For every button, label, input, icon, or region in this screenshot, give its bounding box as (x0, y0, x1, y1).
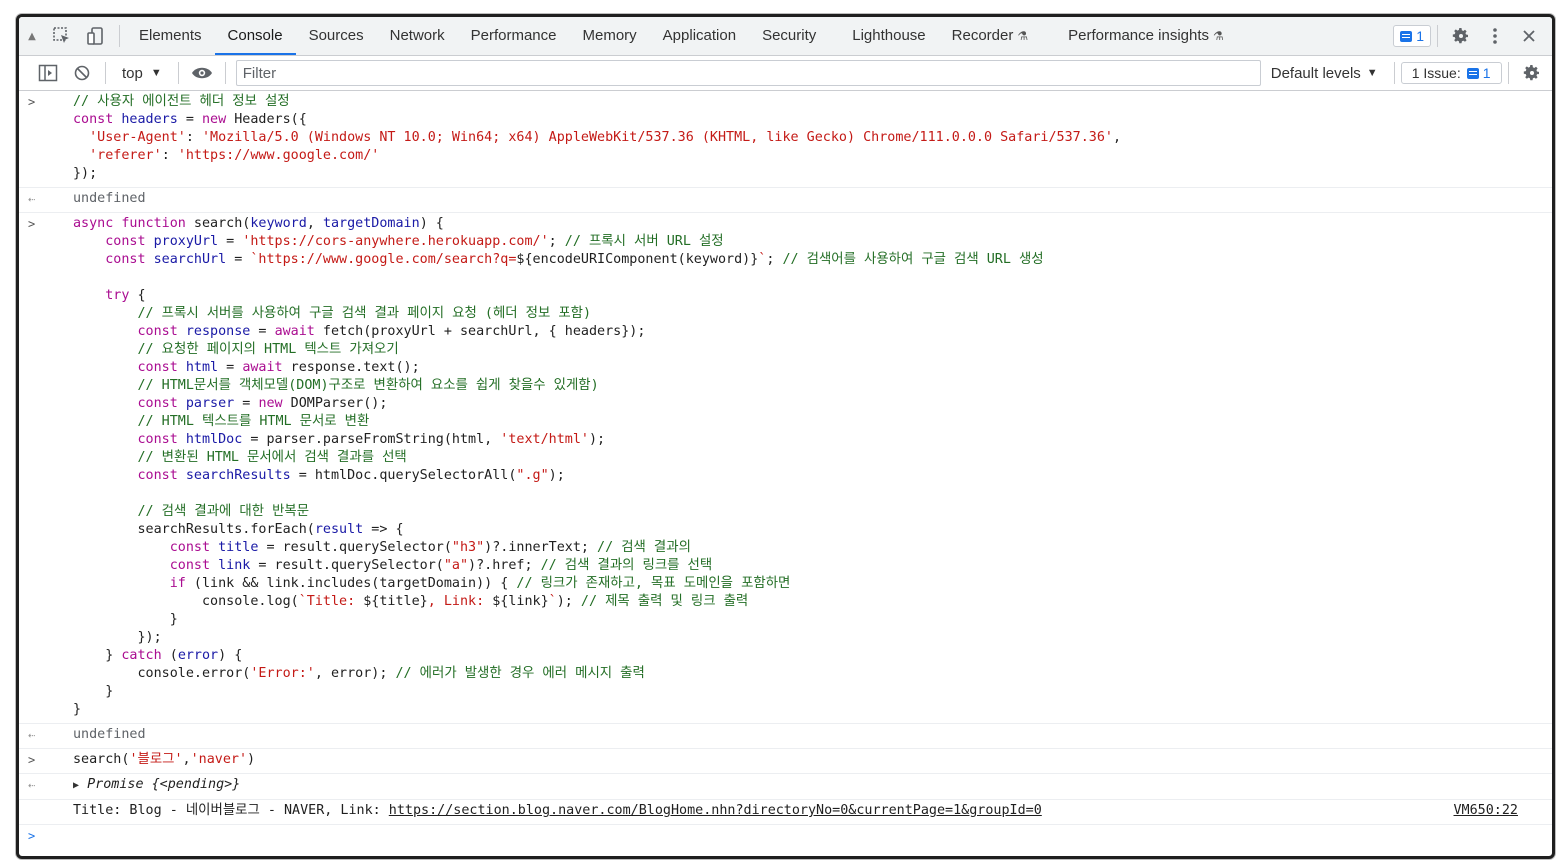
result-arrow-icon: ⇠ (28, 778, 36, 792)
console-settings-gear-icon[interactable] (1515, 58, 1549, 88)
tab-label: Console (227, 27, 283, 44)
code-line: search('블로그','naver') (73, 752, 256, 767)
tab-label: Sources (308, 27, 364, 44)
experimental-flask-icon: ⚗ (1213, 29, 1224, 43)
tab-label: Security (762, 27, 817, 44)
device-toolbar-icon[interactable] (79, 21, 113, 51)
code-block: // 사용자 에이전트 헤더 정보 설정 const headers = new… (73, 94, 1122, 181)
console-result-entry: ⇠ ▶ Promise {<pending>} (19, 774, 1552, 800)
issues-label: 1 Issue: (1411, 65, 1461, 81)
tab-application[interactable]: Application (650, 17, 749, 55)
messages-badge[interactable]: 1 (1393, 25, 1431, 47)
console-prompt-entry[interactable]: > (19, 825, 1552, 849)
divider (105, 62, 106, 84)
log-link[interactable]: https://section.blog.naver.com/BlogHome.… (389, 802, 1042, 820)
filter-input[interactable] (235, 60, 1261, 86)
divider (119, 25, 120, 47)
tab-elements[interactable]: Elements (126, 17, 215, 55)
expand-triangle-icon[interactable]: ▶ (73, 780, 79, 791)
tab-performance-insights[interactable]: Performance insights ⚗ (1055, 17, 1237, 55)
result-value: undefined (73, 727, 146, 742)
close-icon[interactable] (1512, 21, 1546, 51)
log-levels-label: Default levels (1270, 64, 1361, 82)
console-result-entry: ⇠ undefined (19, 188, 1552, 213)
tab-label: Network (389, 27, 445, 44)
message-icon (1400, 30, 1413, 42)
code-block: async function search(keyword, targetDom… (73, 216, 1044, 717)
prompt-chevron-icon: > (28, 829, 36, 843)
console-input-entry: > async function search(keyword, targetD… (19, 213, 1552, 724)
log-message: Title: Blog - 네이버블로그 - NAVER, Link: http… (19, 802, 1552, 820)
result-arrow-icon: ⇠ (28, 728, 36, 742)
tab-lighthouse[interactable]: Lighthouse (839, 17, 938, 55)
tab-label: Recorder (951, 27, 1014, 44)
divider (1507, 62, 1509, 84)
devtools-tabbar: ▲ Elements Console Sources Network Performan… (19, 17, 1552, 56)
log-source-link[interactable]: VM650:22 (1454, 802, 1519, 820)
tab-security[interactable]: Security (749, 17, 829, 55)
clear-console-icon[interactable] (65, 58, 99, 88)
issues-count: 1 (1466, 65, 1491, 81)
divider (1437, 25, 1438, 47)
input-chevron-icon: > (28, 217, 36, 231)
promise-result[interactable]: ▶ Promise {<pending>} (19, 776, 1552, 795)
result-value: undefined (73, 191, 146, 206)
scroll-up-icon[interactable]: ▲ (19, 31, 45, 42)
tab-recorder[interactable]: Recorder ⚗ (939, 17, 1041, 55)
context-label: top (122, 64, 143, 82)
dropdown-arrow-icon: ▼ (1366, 67, 1378, 79)
tab-label: Application (662, 27, 737, 44)
console-log-entry: Title: Blog - 네이버블로그 - NAVER, Link: http… (19, 800, 1552, 825)
devtools-window: ▲ Elements Console Sources Network Performan… (16, 14, 1555, 859)
tab-label: Elements (139, 27, 202, 44)
console-input-entry: > // 사용자 에이전트 헤더 정보 설정 const headers = n… (19, 91, 1552, 188)
tabbar-right: 1 (1393, 21, 1552, 51)
log-levels-dropdown[interactable]: Default levels ▼ (1261, 65, 1388, 82)
tab-memory[interactable]: Memory (570, 17, 650, 55)
divider (1393, 62, 1395, 84)
tab-performance[interactable]: Performance (458, 17, 570, 55)
input-chevron-icon: > (28, 95, 36, 109)
experimental-flask-icon: ⚗ (1017, 29, 1029, 43)
divider (177, 62, 179, 84)
more-options-icon[interactable] (1478, 21, 1512, 51)
console-input[interactable] (19, 827, 1552, 845)
tab-label: Performance insights (1068, 27, 1210, 44)
tab-console[interactable]: Console (214, 17, 296, 55)
issue-icon (1466, 67, 1479, 79)
issues-button[interactable]: 1 Issue: 1 (1400, 62, 1502, 84)
log-text: Title: Blog - 네이버블로그 - NAVER, Link: (73, 803, 389, 818)
console-input-entry: > search('블로그','naver') (19, 749, 1552, 774)
messages-count: 1 (1416, 28, 1424, 44)
tab-label: Performance (470, 27, 557, 44)
tab-sources[interactable]: Sources (296, 17, 377, 55)
live-expression-eye-icon[interactable] (185, 58, 219, 88)
inspect-element-icon[interactable] (45, 21, 79, 51)
tab-label: Lighthouse (852, 27, 926, 44)
show-sidebar-icon[interactable] (31, 58, 65, 88)
console-filterbar: top ▼ Default levels ▼ 1 Issue: 1 (19, 56, 1552, 91)
panel-tabs: Elements Console Sources Network Performance… (126, 17, 1237, 55)
context-selector[interactable]: top ▼ (112, 65, 172, 82)
input-chevron-icon: > (28, 753, 36, 767)
tab-label: Memory (582, 27, 637, 44)
console-output[interactable]: > // 사용자 에이전트 헤더 정보 설정 const headers = n… (19, 91, 1552, 856)
settings-gear-icon[interactable] (1444, 21, 1478, 51)
dropdown-arrow-icon: ▼ (150, 67, 162, 79)
promise-text: Promise {<pending>} (87, 777, 241, 792)
issues-count-value: 1 (1482, 65, 1491, 81)
result-arrow-icon: ⇠ (28, 192, 36, 206)
console-result-entry: ⇠ undefined (19, 724, 1552, 749)
tab-network[interactable]: Network (377, 17, 458, 55)
divider (224, 62, 226, 84)
